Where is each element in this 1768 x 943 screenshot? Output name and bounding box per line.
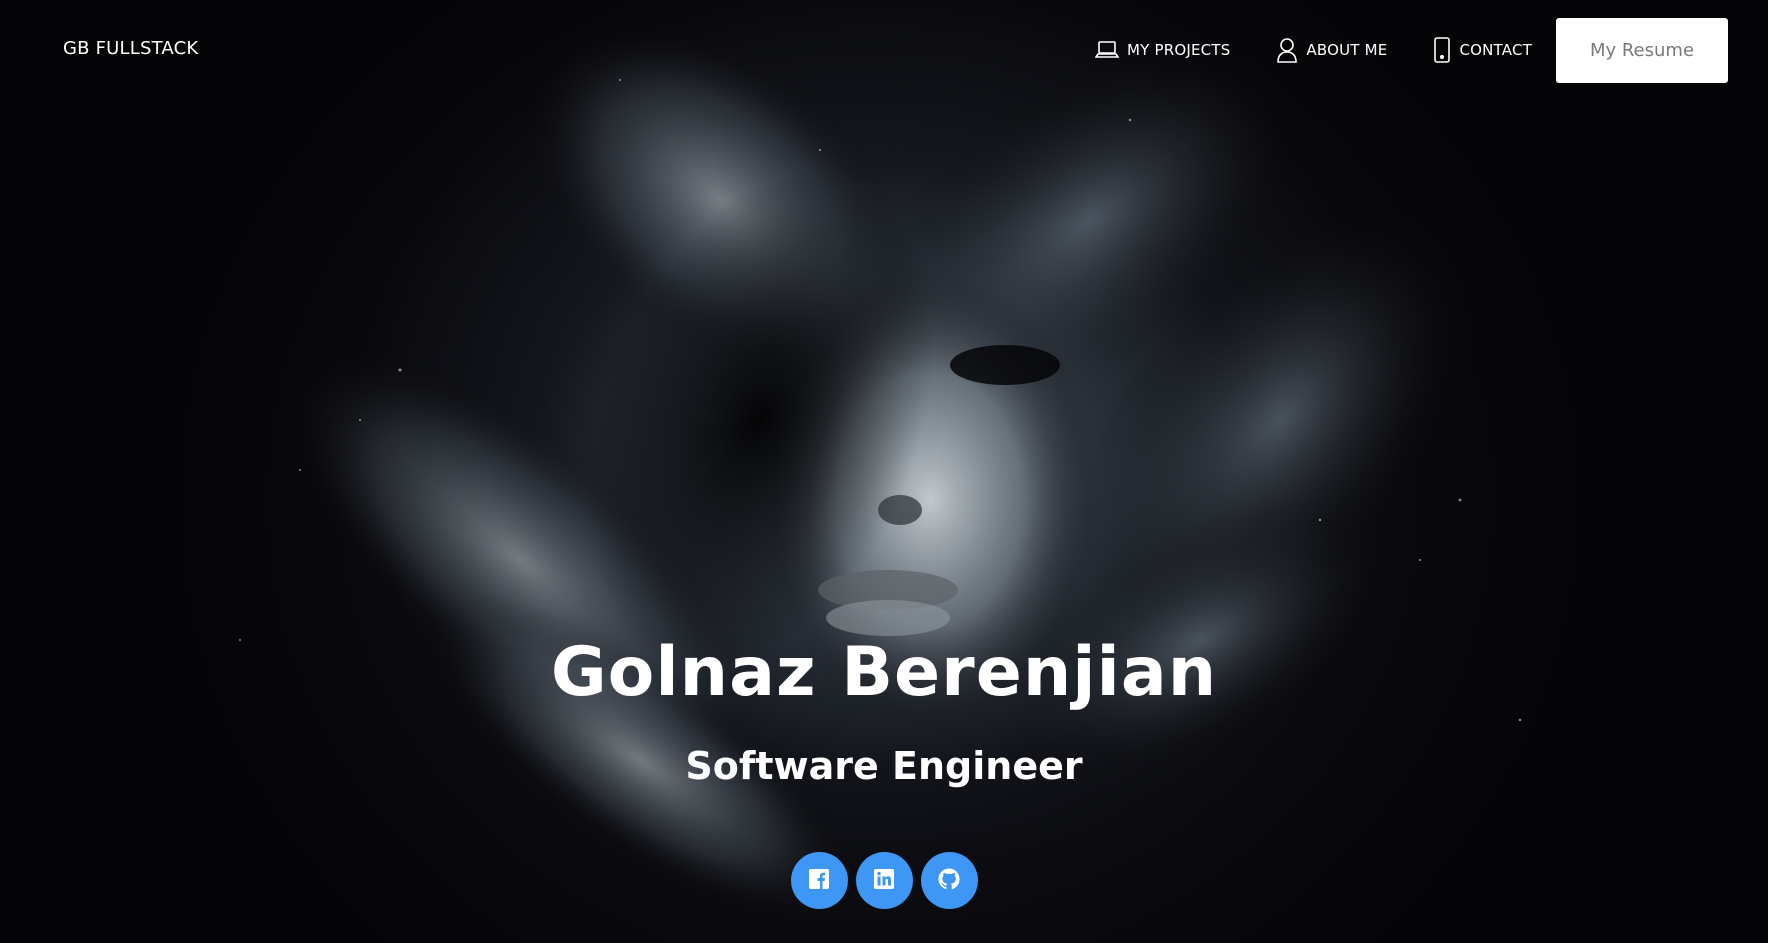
- hero-name: Golnaz Berenjian: [550, 633, 1218, 712]
- hero-background-image: [239, 17, 1522, 927]
- nav-item-contact[interactable]: CONTACT: [1433, 37, 1532, 63]
- hero-section: GB FULLSTACK MY PROJECTS ABOUT ME CONTAC…: [0, 0, 1768, 943]
- nav-links: MY PROJECTS ABOUT ME CONTACT My Resume: [1095, 0, 1768, 100]
- linkedin-button[interactable]: [855, 852, 913, 909]
- nav-item-about-me[interactable]: ABOUT ME: [1276, 37, 1387, 63]
- nav-item-label: MY PROJECTS: [1127, 41, 1231, 59]
- resume-button[interactable]: My Resume: [1556, 17, 1728, 83]
- github-icon: [937, 867, 961, 895]
- social-links: [0, 852, 1768, 909]
- navbar: GB FULLSTACK MY PROJECTS ABOUT ME CONTAC…: [0, 0, 1768, 100]
- linkedin-icon: [873, 868, 895, 894]
- phone-icon: [1433, 37, 1451, 63]
- brand-logo[interactable]: GB FULLSTACK: [63, 38, 198, 59]
- nav-item-my-projects[interactable]: MY PROJECTS: [1095, 39, 1230, 61]
- laptop-icon: [1095, 39, 1120, 61]
- facebook-icon: [808, 868, 830, 894]
- user-icon: [1276, 37, 1298, 63]
- github-button[interactable]: [920, 852, 978, 909]
- nav-item-label: ABOUT ME: [1306, 41, 1388, 59]
- hero-subtitle: Software Engineer: [685, 744, 1083, 788]
- nav-item-label: CONTACT: [1459, 41, 1532, 59]
- facebook-button[interactable]: [790, 852, 848, 909]
